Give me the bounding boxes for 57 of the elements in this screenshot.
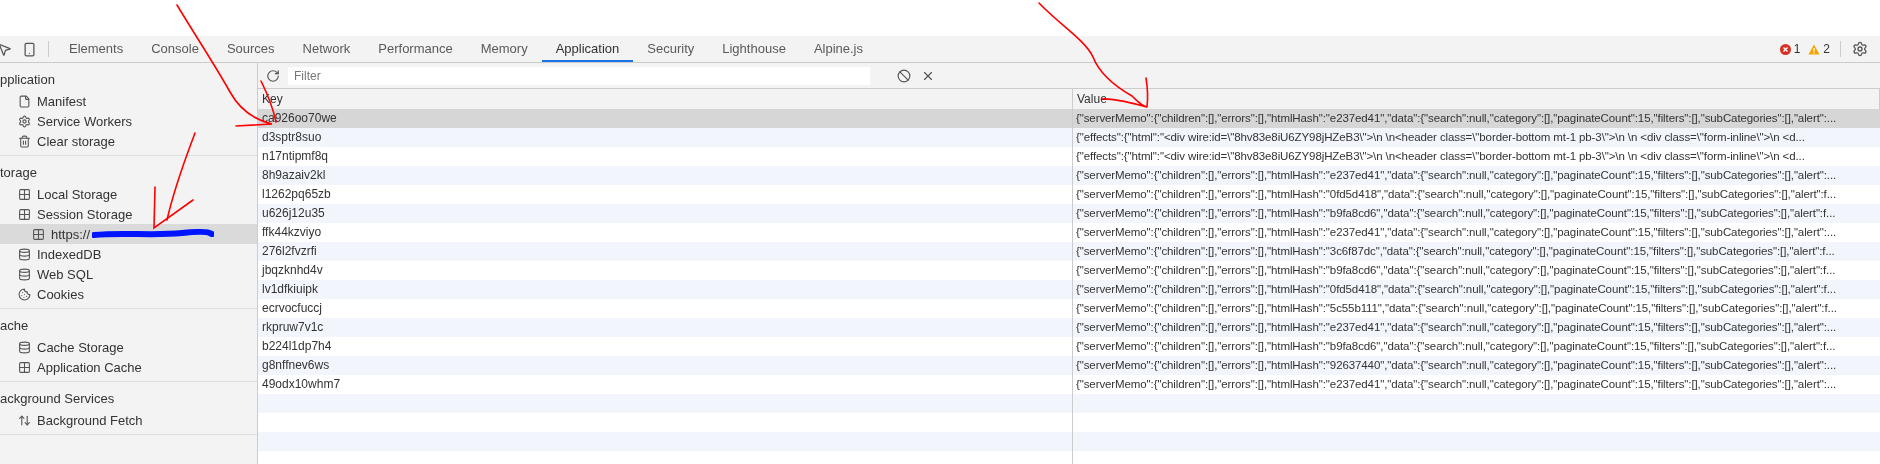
table-cell-text: {"serverMemo":{"children":[],"errors":[],"htmlHash":"b9fa8cd6","data":{"search":null,"category":[],"paginateCount":15,"filters":[],"subCategories":[],"alert":f... (1075, 206, 1837, 221)
error-count[interactable]: 1 (1775, 36, 1805, 62)
table-cell-text: {"serverMemo":{"children":[],"errors":[],"htmlHash":"3c6f87dc","data":{"search":null,"category":[],"paginateCount":15,"filters":[],"subCategories":[],"alert":f... (1075, 244, 1836, 259)
sidebar-item[interactable]: Background Fetch (0, 410, 257, 430)
section-heading: ache (0, 317, 30, 335)
panel-tab[interactable]: Security (633, 36, 709, 62)
table-row[interactable]: 8h9azaiv2kl {"serverMemo":{"children":[],"errors":[],"htmlHash":"e237ed41","data":{"search":null,"category":[],"paginateCount":15,"filters":[],"subCategories":[],"alert":... (258, 166, 1880, 185)
table-row[interactable]: lv1dfkiuipk {"serverMemo":{"children":[],"errors":[],"htmlHash":"0fd5d418","data":{"search":null,"category":[],"paginateCount":15,"filters":[],"subCategories":[],"alert":f... (258, 280, 1880, 299)
table-cell-text: {"effects":{"html":"<div wire:id=\"8hv83e8iU6ZY98jHZeB3\">\n \n<header class=\"border-bottom mt-1 pb-3\">\n \n <div class=\"form-inline\">\n <d... (1075, 149, 1806, 164)
table-row[interactable]: d3sptr8suo {"effects":{"html":"<div wire:id=\"8hv83e8iU6ZY98jHZeB3\">\n \n<header class=\"border-bottom mt-1 pb-3\">\n \n <div class=\"form-inline\">\n <d... (258, 128, 1880, 147)
sidebar-item[interactable]: Clear storage (0, 131, 257, 151)
panel-tab[interactable]: Lighthouse (708, 36, 800, 62)
table-row[interactable]: u626j12u35 {"serverMemo":{"children":[],"errors":[],"htmlHash":"b9fa8cd6","data":{"search":null,"category":[],"paginateCount":15,"filters":[],"subCategories":[],"alert":f... (258, 204, 1880, 223)
table-row[interactable]: 276l2fvzrfi {"serverMemo":{"children":[],"errors":[],"htmlHash":"3c6f87dc","data":{"search":null,"category":[],"paginateCount":15,"filters":[],"subCategories":[],"alert":f... (258, 242, 1880, 261)
sidebar-item[interactable]: IndexedDB (0, 244, 257, 264)
warning-count[interactable]: 2 (1804, 36, 1834, 62)
table-cell-text: {"serverMemo":{"children":[],"errors":[],"htmlHash":"e237ed41","data":{"search":null,"category":[],"paginateCount":15,"filters":[],"subCategories":[],"alert":... (1075, 168, 1838, 183)
section-heading: ackground Services (0, 390, 116, 408)
panel-tab[interactable]: Alpine.js (799, 36, 877, 62)
sidebar-item[interactable]: Cookies (0, 284, 257, 304)
table-cell-text: {"effects":{"html":"<div wire:id=\"8hv83e8iU6ZY98jHZeB3\">\n \n<header class=\"border-bottom mt-1 pb-3\">\n \n <div class=\"form-inline\">\n <d... (1075, 130, 1806, 145)
section-heading: torage (0, 164, 38, 182)
sidebar-item[interactable]: Cache Storage (0, 337, 257, 357)
sidebar-item[interactable]: Manifest (0, 91, 257, 111)
panel-tab[interactable]: Performance (364, 36, 467, 62)
sidebar-item[interactable]: Session Storage (0, 204, 257, 224)
filter-field[interactable]: Filter (288, 66, 870, 85)
table-cell-text: {"serverMemo":{"children":[],"errors":[],"htmlHash":"0fd5d418","data":{"search":null,"category":[],"paginateCount":15,"filters":[],"subCategories":[],"alert":f... (1075, 282, 1837, 297)
sidebar-item[interactable]: https:// (0, 224, 257, 244)
settings-icon[interactable] (1852, 41, 1868, 57)
device-icon[interactable] (22, 41, 37, 57)
table-cell-text: {"serverMemo":{"children":[],"errors":[],"htmlHash":"e237ed41","data":{"search":null,"category":[],"paginateCount":15,"filters":[],"subCategories":[],"alert":... (1075, 320, 1838, 335)
sidebar-item[interactable]: Application Cache (0, 357, 257, 377)
panel-tab[interactable]: Sources (212, 36, 289, 62)
table-row[interactable]: rkpruw7v1c {"serverMemo":{"children":[],"errors":[],"htmlHash":"e237ed41","data":{"search":null,"category":[],"paginateCount":15,"filters":[],"subCategories":[],"alert":... (258, 318, 1880, 337)
table-cell-text: {"serverMemo":{"children":[],"errors":[],"htmlHash":"e237ed41","data":{"search":null,"category":[],"paginateCount":15,"filters":[],"subCategories":[],"alert":... (1075, 377, 1838, 392)
error-icon (1779, 43, 1791, 55)
warning-icon (1808, 43, 1821, 55)
table-cell-text: {"serverMemo":{"children":[],"errors":[],"htmlHash":"e237ed41","data":{"search":null,"category":[],"paginateCount":15,"filters":[],"subCategories":[],"alert":... (1075, 225, 1838, 240)
table-row[interactable]: g8nffnev6ws {"serverMemo":{"children":[],"errors":[],"htmlHash":"92637440","data":{"search":null,"category":[],"paginateCount":15,"filters":[],"subCategories":[],"alert":... (258, 356, 1880, 375)
panel-tab[interactable]: Elements (55, 36, 138, 62)
sidebar-item[interactable]: Local Storage (0, 184, 257, 204)
table-cell-text: {"serverMemo":{"children":[],"errors":[],"htmlHash":"92637440","data":{"search":null,"category":[],"paginateCount":15,"filters":[],"subCategories":[],"alert":... (1075, 358, 1838, 373)
table-cell-text: {"serverMemo":{"children":[],"errors":[],"htmlHash":"e237ed41","data":{"search":null,"category":[],"paginateCount":15,"filters":[],"subCategories":[],"alert":... (1075, 111, 1838, 126)
table-cell-text: {"serverMemo":{"children":[],"errors":[],"htmlHash":"5c55b111","data":{"search":null,"category":[],"paginateCount":15,"filters":[],"subCategories":[],"alert":f... (1075, 301, 1838, 316)
section-heading: pplication (0, 71, 56, 89)
table-cell-text: {"serverMemo":{"children":[],"errors":[],"htmlHash":"b9fa8cd6","data":{"search":null,"category":[],"paginateCount":15,"filters":[],"subCategories":[],"alert":f... (1075, 263, 1837, 278)
ban-icon (897, 68, 911, 83)
panel-tab[interactable]: Memory (466, 36, 542, 62)
table-cell-text: {"serverMemo":{"children":[],"errors":[],"htmlHash":"b9fa8cd6","data":{"search":null,"category":[],"paginateCount":15,"filters":[],"subCategories":[],"alert":f... (1075, 339, 1837, 354)
table-cell-text: {"serverMemo":{"children":[],"errors":[],"htmlHash":"0fd5d418","data":{"search":null,"category":[],"paginateCount":15,"filters":[],"subCategories":[],"alert":f... (1075, 187, 1837, 202)
sidebar-item[interactable]: Service Workers (0, 111, 257, 131)
panel-tab[interactable]: Console (137, 36, 213, 62)
panel-tab[interactable]: Network (288, 36, 365, 62)
inspect-icon[interactable] (0, 41, 12, 57)
sidebar-item[interactable]: Web SQL (0, 264, 257, 284)
refresh-icon (266, 68, 280, 83)
